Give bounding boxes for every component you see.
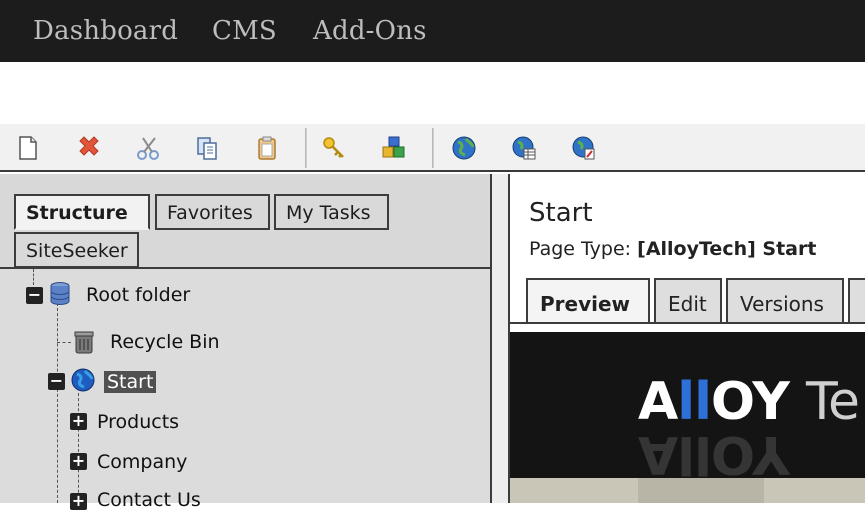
tree-item-company[interactable]: Company [97, 451, 187, 473]
new-page-icon[interactable] [14, 134, 42, 162]
tree-item-contact-us[interactable]: Contact Us [97, 489, 201, 511]
tree-item-start[interactable]: Start [104, 371, 157, 393]
delete-icon[interactable] [75, 134, 103, 162]
collapse-start-button[interactable]: − [48, 373, 65, 390]
panel-splitter[interactable] [490, 174, 510, 503]
globe-edit-icon[interactable] [570, 134, 598, 162]
tab-structure[interactable]: Structure [14, 194, 150, 230]
tree-connector [57, 303, 58, 503]
page-tree: − Root folder Recycle Bin − Start + Prod… [0, 269, 490, 511]
alloy-logo-reflection: AllOY [638, 424, 789, 484]
alloy-logo: AllOY Te [638, 372, 860, 432]
page-title: Start [529, 198, 593, 228]
tree-item-products[interactable]: Products [97, 411, 179, 433]
collapse-root-button[interactable]: − [26, 287, 43, 304]
tab-versions[interactable]: Versions [726, 278, 844, 324]
tab-more[interactable] [848, 278, 865, 324]
nav-add-ons[interactable]: Add-Ons [313, 16, 427, 46]
expand-products-button[interactable]: + [70, 413, 87, 430]
top-nav: Dashboard CMS Add-Ons [0, 0, 865, 62]
tab-preview[interactable]: Preview [526, 278, 650, 324]
copy-icon[interactable] [193, 134, 221, 162]
globe-icon[interactable] [450, 134, 478, 162]
page-preview: AllOY Te AllOY [510, 332, 865, 503]
tab-edit[interactable]: Edit [654, 278, 722, 324]
blocks-icon[interactable] [380, 134, 408, 162]
toolbar [0, 124, 865, 172]
nav-cms[interactable]: CMS [212, 16, 277, 46]
tab-favorites[interactable]: Favorites [155, 194, 270, 230]
recycle-bin-icon [74, 331, 94, 354]
preview-menu-band [510, 478, 865, 503]
tab-divider [510, 322, 865, 324]
tree-item-recycle-bin[interactable]: Recycle Bin [110, 331, 220, 353]
toolbar-separator [432, 128, 434, 168]
tree-connector [33, 269, 34, 285]
cut-icon[interactable] [135, 134, 163, 162]
paste-icon[interactable] [253, 134, 281, 162]
tree-connector [78, 393, 79, 503]
tab-my-tasks[interactable]: My Tasks [274, 194, 389, 230]
preview-menu-segment [638, 478, 764, 503]
tab-siteseeker[interactable]: SiteSeeker [14, 232, 139, 268]
key-icon[interactable] [320, 134, 348, 162]
structure-panel: Structure Favorites My Tasks SiteSeeker … [0, 174, 490, 511]
nav-dashboard[interactable]: Dashboard [33, 16, 178, 46]
page-type-value: [AlloyTech] Start [637, 238, 817, 260]
page-type: Page Type: [AlloyTech] Start [529, 238, 816, 260]
page-type-label: Page Type: [529, 238, 632, 260]
toolbar-separator [305, 128, 307, 168]
database-icon [50, 282, 70, 306]
tree-connector [57, 342, 71, 343]
globe-icon [71, 368, 95, 392]
globe-table-icon[interactable] [510, 134, 538, 162]
expand-company-button[interactable]: + [70, 453, 87, 470]
header-spacer [0, 62, 865, 124]
tree-item-root-folder[interactable]: Root folder [86, 284, 190, 306]
expand-contact-button[interactable]: + [70, 493, 87, 510]
content-panel: Start Page Type: [AlloyTech] Start Previ… [510, 174, 865, 503]
